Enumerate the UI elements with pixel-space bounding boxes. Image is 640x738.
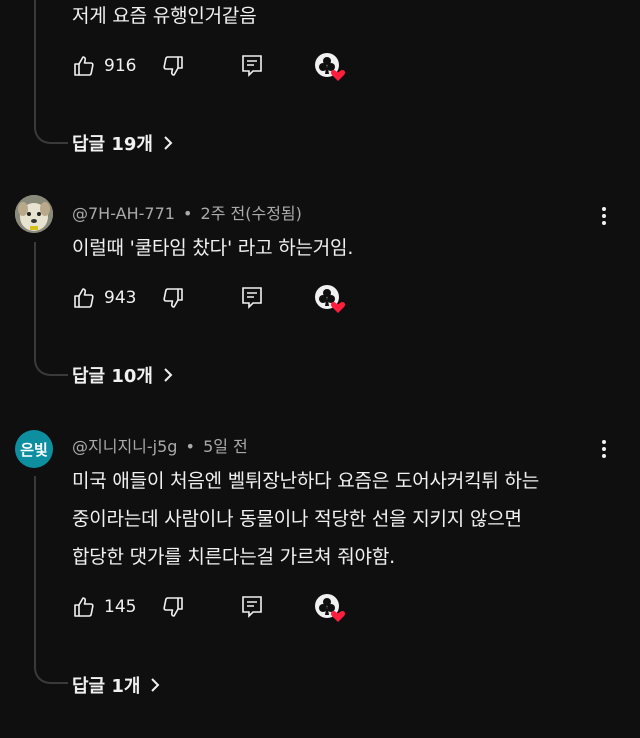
reply-button[interactable] [241,595,263,623]
replies-label: 답글 10개 [72,366,153,387]
like-button[interactable]: 943 [72,286,136,310]
author-handle[interactable]: @7H-AH-771 [72,204,175,223]
creator-heart-icon [315,53,346,81]
more-dot [602,440,606,444]
thumbs-up-icon [74,288,94,308]
comment-reply-icon [242,55,262,77]
creator-heart-icon [315,285,346,313]
thumbs-down-icon [163,597,183,617]
dog-photo-avatar-icon [15,195,53,233]
more-dot [602,221,606,225]
view-replies-button[interactable]: 답글 1개 [72,672,160,698]
comment-meta: @7H-AH-771 • 2주 전(수정됨) [72,200,302,224]
more-dot [602,454,606,458]
comment-time: 2주 전(수정됨) [200,204,302,223]
meta-separator: • [185,437,195,456]
like-count: 145 [104,597,137,617]
thumbs-down-icon [163,288,183,308]
comment-text-line: 합당한 댓가를 치른다는걸 가르쳐 줘야함. [72,546,395,568]
more-dot [602,447,606,451]
comment-text-line: 미국 애들이 처음엔 벨튀장난하다 요즘은 도어사커킥튀 하는 [72,470,540,492]
comment-text-line: 중이라는데 사람이나 동물이나 적당한 선을 지키지 않으면 [72,508,522,530]
view-replies-button[interactable]: 답글 19개 [72,130,173,156]
dislike-button[interactable] [161,54,185,82]
dislike-button[interactable] [161,595,185,623]
thumbs-up-icon [74,597,94,617]
reply-button[interactable] [241,54,263,82]
dislike-button[interactable] [161,286,185,314]
chevron-right-icon [164,368,173,382]
like-button[interactable]: 145 [72,595,136,619]
comment-text: 저게 요즘 유행인거같음 [72,5,257,27]
more-options-button[interactable] [601,204,607,228]
creator-heart-icon [315,594,346,622]
comment-reply-icon [242,596,262,618]
more-options-button[interactable] [601,437,607,461]
replies-label: 답글 1개 [72,676,141,697]
comment-reply-icon [242,287,262,309]
thumbs-up-icon [74,56,94,76]
replies-label: 답글 19개 [72,134,153,155]
more-dot [602,214,606,218]
more-dot [602,207,606,211]
comment-time: 5일 전 [203,437,248,456]
chevron-right-icon [164,136,173,150]
author-handle[interactable]: @지니지니-j5g [72,437,177,456]
meta-separator: • [183,204,193,223]
creator-heart-badge [314,52,346,86]
creator-heart-badge [314,593,346,627]
avatar[interactable] [15,195,53,233]
comment-text: 이럴때 '쿨타임 찼다' 라고 하는거임. [72,237,354,259]
like-count: 916 [104,56,137,76]
avatar[interactable]: 은빛 [15,430,53,468]
comment-meta: @지니지니-j5g • 5일 전 [72,433,248,457]
thumbs-down-icon [163,56,183,76]
reply-button[interactable] [241,286,263,314]
like-button[interactable]: 916 [72,54,136,78]
like-count: 943 [104,288,137,308]
creator-heart-badge [314,284,346,318]
view-replies-button[interactable]: 답글 10개 [72,362,173,388]
chevron-right-icon [151,678,160,692]
